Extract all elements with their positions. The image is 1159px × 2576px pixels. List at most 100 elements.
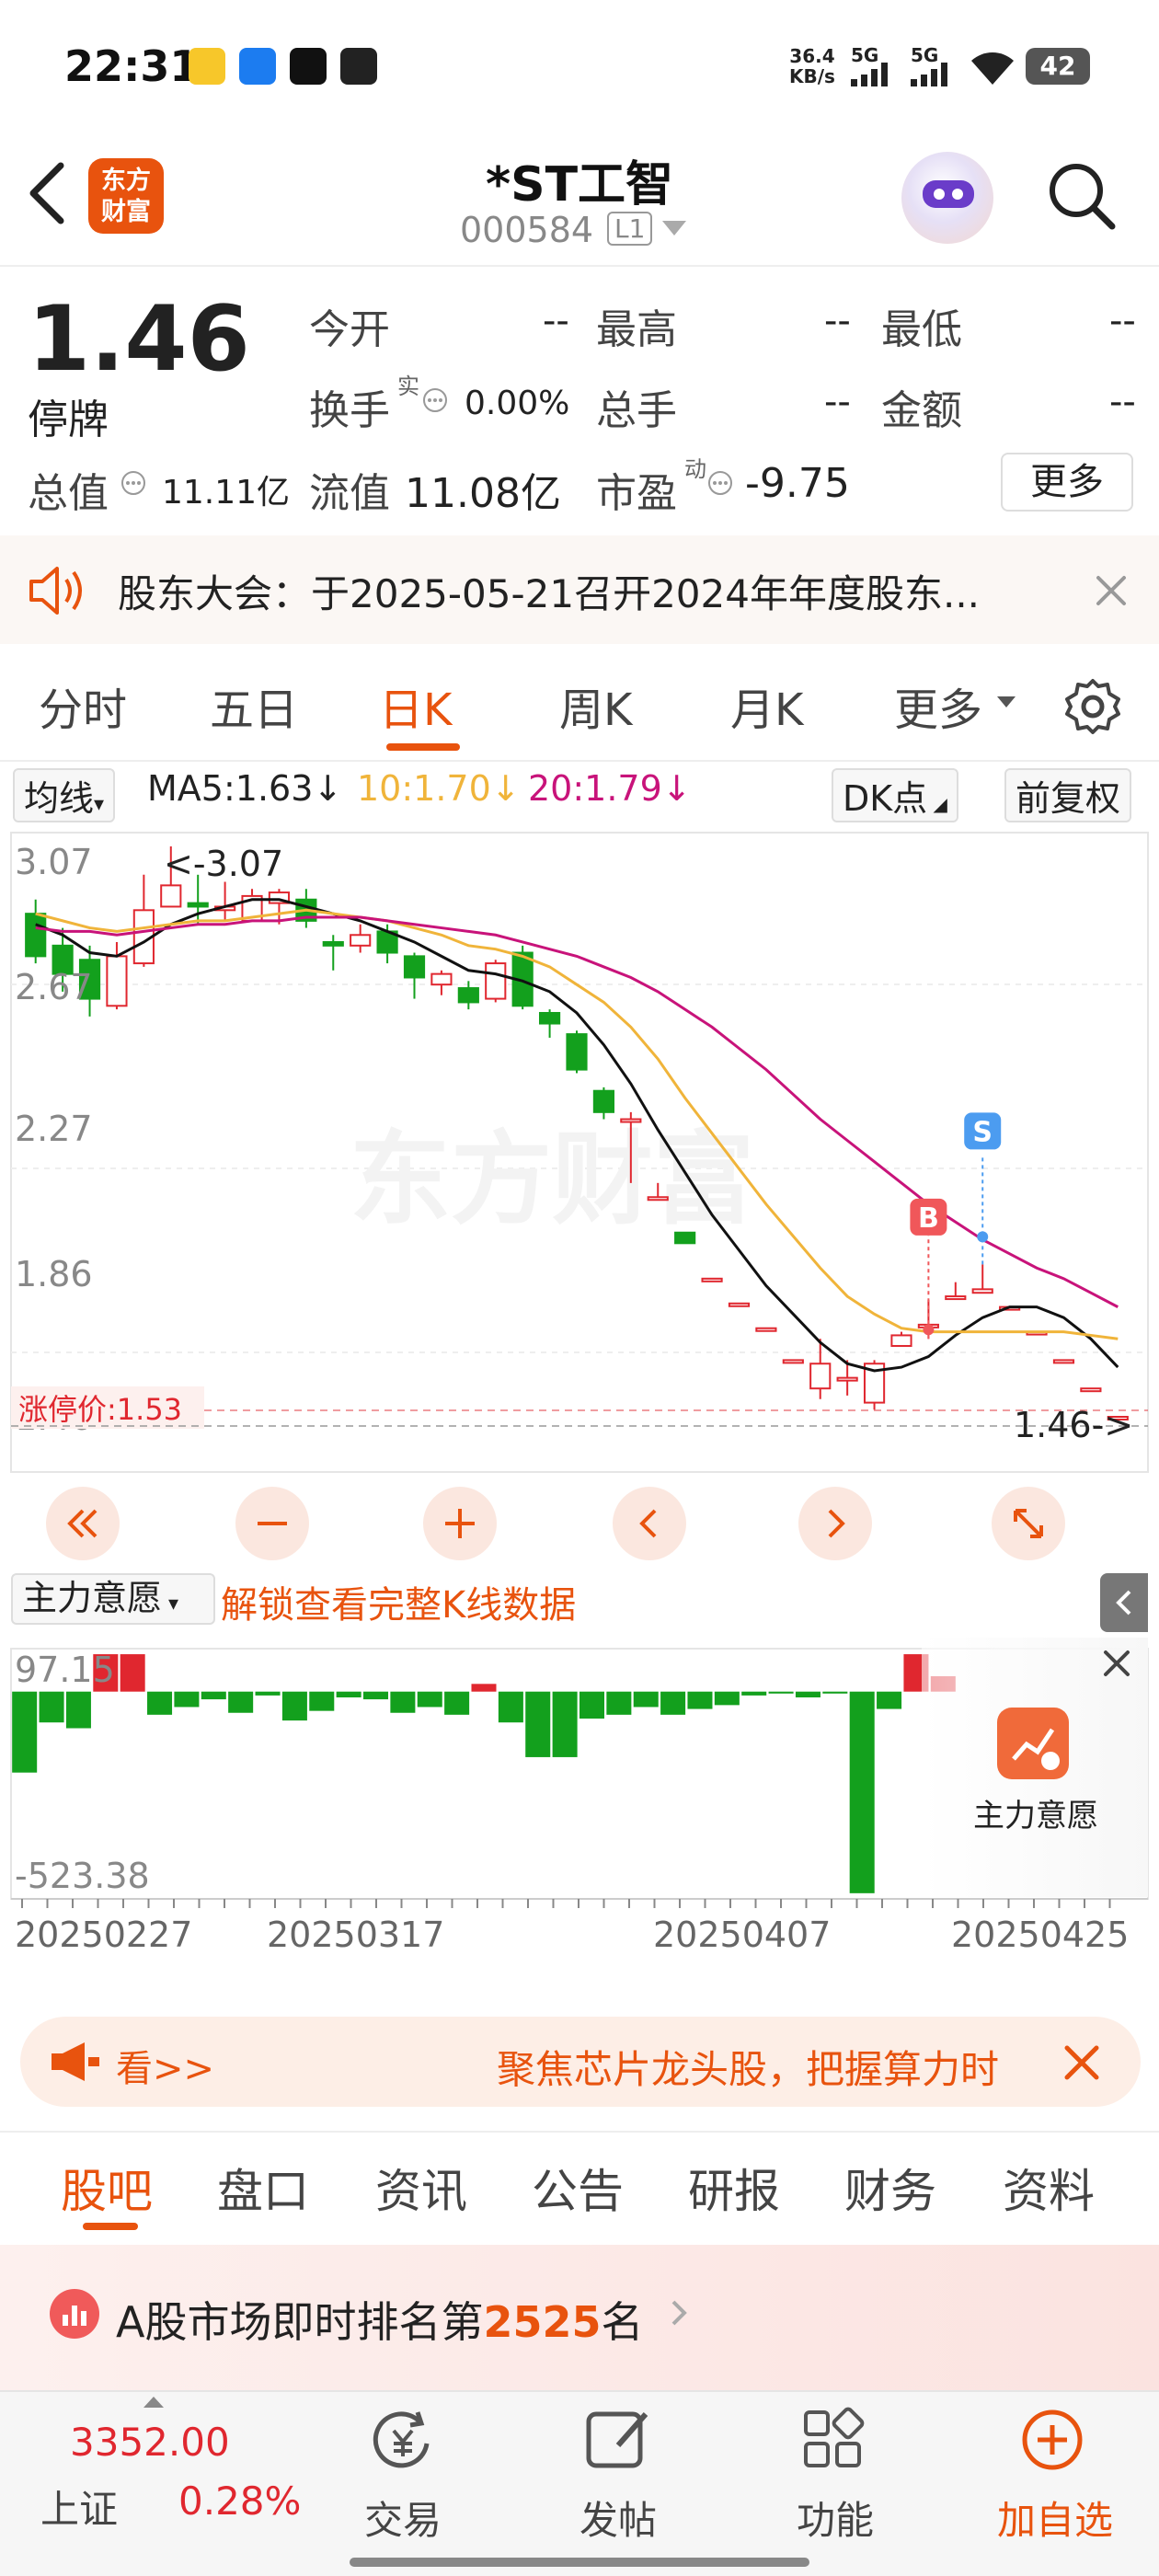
index-change[interactable]: 0.28%	[178, 2478, 301, 2524]
unlock-link[interactable]: 解锁查看完整K线数据	[221, 1575, 576, 1628]
trade-label[interactable]: 交易	[364, 2490, 442, 2546]
sub-bar	[660, 1691, 686, 1715]
sub-indicator-label: 主力意愿	[22, 1578, 163, 1618]
tab-weekly-k[interactable]: 周K	[559, 673, 632, 738]
sub-indicator-select[interactable]: 主力意愿 ▾	[11, 1573, 215, 1625]
app-notification-icon	[239, 48, 276, 85]
candle	[755, 1327, 777, 1332]
buy-marker-label: B	[918, 1202, 939, 1235]
scroll-left-fast-button[interactable]	[46, 1487, 120, 1560]
scroll-left-button[interactable]	[613, 1487, 686, 1560]
wifi-icon	[968, 46, 1017, 86]
speaker-icon	[28, 563, 88, 622]
search-button[interactable]	[1044, 158, 1118, 232]
notice-text[interactable]: 股东大会：于2025-05-21召开2024年年度股东...	[118, 563, 980, 619]
sub-bar	[768, 1691, 794, 1694]
close-panel-button[interactable]	[1100, 1647, 1133, 1684]
collapse-side-panel-button[interactable]	[1100, 1573, 1148, 1632]
info-icon[interactable]	[421, 386, 449, 418]
sub-axis-label: 97.15	[15, 1650, 115, 1690]
tab-forum[interactable]: 股吧	[61, 2155, 153, 2221]
tab-financials[interactable]: 财务	[844, 2155, 936, 2221]
tab-intraday[interactable]: 分时	[39, 673, 127, 738]
float-value: 11.08亿	[405, 470, 561, 517]
info-icon[interactable]	[706, 469, 734, 500]
megaphone-icon	[48, 2039, 103, 2088]
tab-five-day[interactable]: 五日	[210, 673, 298, 738]
zoom-in-button[interactable]	[423, 1487, 497, 1560]
sub-bar	[390, 1691, 416, 1713]
battery-icon: 42	[1026, 48, 1090, 85]
dk-button-label: DK点	[843, 778, 928, 819]
active-tab-indicator	[83, 2223, 138, 2230]
field-value: --	[824, 381, 851, 423]
net-speed-value: 36.4	[789, 45, 835, 67]
tab-daily-k[interactable]: 日K	[379, 673, 452, 738]
sub-bar	[498, 1691, 523, 1723]
candle	[782, 1359, 804, 1364]
sub-bar	[687, 1691, 713, 1709]
sub-bar	[795, 1691, 820, 1697]
total-value-label: 总值	[28, 470, 109, 517]
sub-bar	[147, 1691, 173, 1715]
adjust-button[interactable]: 前复权	[1004, 768, 1132, 822]
x-axis-label: 20250425	[951, 1915, 1129, 1955]
divider	[0, 2131, 1159, 2133]
sub-bar	[174, 1691, 200, 1708]
sub-bar	[39, 1691, 64, 1723]
candle	[403, 952, 426, 999]
tab-monthly-k[interactable]: 月K	[730, 673, 803, 738]
signal-icon	[851, 63, 899, 86]
tab-research[interactable]: 研报	[688, 2155, 780, 2221]
sub-bar	[552, 1691, 578, 1757]
rank-number: 2525	[483, 2297, 602, 2347]
info-icon[interactable]	[120, 469, 147, 500]
close-ad-button[interactable]	[1061, 2042, 1102, 2087]
float-value-label: 流值	[309, 470, 390, 517]
rank-text[interactable]: A股市场即时排名第2525名	[116, 2289, 644, 2350]
functions-label[interactable]: 功能	[797, 2490, 874, 2546]
trading-status: 停牌	[28, 397, 109, 443]
candle	[485, 960, 507, 1003]
more-button[interactable]: 更多	[1001, 453, 1133, 512]
post-icon[interactable]	[581, 2403, 655, 2477]
chevron-down-icon[interactable]	[662, 221, 686, 241]
field-value: --	[1109, 381, 1136, 423]
level-badge[interactable]: L1	[607, 212, 653, 246]
close-notice-button[interactable]	[1093, 572, 1130, 613]
sub-bar	[606, 1691, 632, 1715]
close-icon	[1104, 1650, 1130, 1676]
candle-body	[782, 1359, 804, 1364]
ad-left-text[interactable]: 看>>	[116, 2039, 214, 2092]
tab-news[interactable]: 资讯	[375, 2155, 467, 2221]
candle	[701, 1277, 723, 1282]
search-icon	[1050, 164, 1116, 230]
arrow-down-icon: ↓	[490, 768, 521, 809]
index-name[interactable]: 上证	[40, 2478, 118, 2535]
dk-button[interactable]: DK点 ◢	[832, 768, 958, 822]
candle-body	[160, 884, 182, 908]
candle-body	[538, 1011, 561, 1025]
ad-text[interactable]: 聚焦芯片龙头股，把握算力时	[497, 2039, 1039, 2095]
tab-profile[interactable]: 资料	[1003, 2155, 1095, 2221]
add-watchlist-label[interactable]: 加自选	[997, 2490, 1113, 2546]
tab-more[interactable]: 更多	[894, 673, 982, 738]
scroll-right-button[interactable]	[798, 1487, 872, 1560]
candle-body	[566, 1033, 588, 1071]
candle	[890, 1331, 912, 1347]
bottom-bar	[0, 2390, 1159, 2576]
indicator-select[interactable]: 均线▾	[13, 768, 116, 822]
tab-orderbook[interactable]: 盘口	[217, 2155, 309, 2221]
post-label[interactable]: 发帖	[580, 2490, 657, 2546]
trade-icon[interactable]	[366, 2403, 440, 2477]
x-axis-label: 20250227	[15, 1915, 192, 1955]
fullscreen-button[interactable]	[992, 1487, 1065, 1560]
settings-button[interactable]	[1063, 677, 1122, 740]
total-value: 11.11亿	[162, 474, 291, 512]
home-indicator[interactable]	[350, 2558, 809, 2567]
add-watchlist-icon[interactable]	[1016, 2403, 1089, 2477]
zoom-out-button[interactable]	[235, 1487, 309, 1560]
grid-icon[interactable]	[797, 2403, 870, 2477]
index-value[interactable]: 3352.00	[70, 2420, 230, 2465]
tab-announcements[interactable]: 公告	[532, 2155, 624, 2221]
